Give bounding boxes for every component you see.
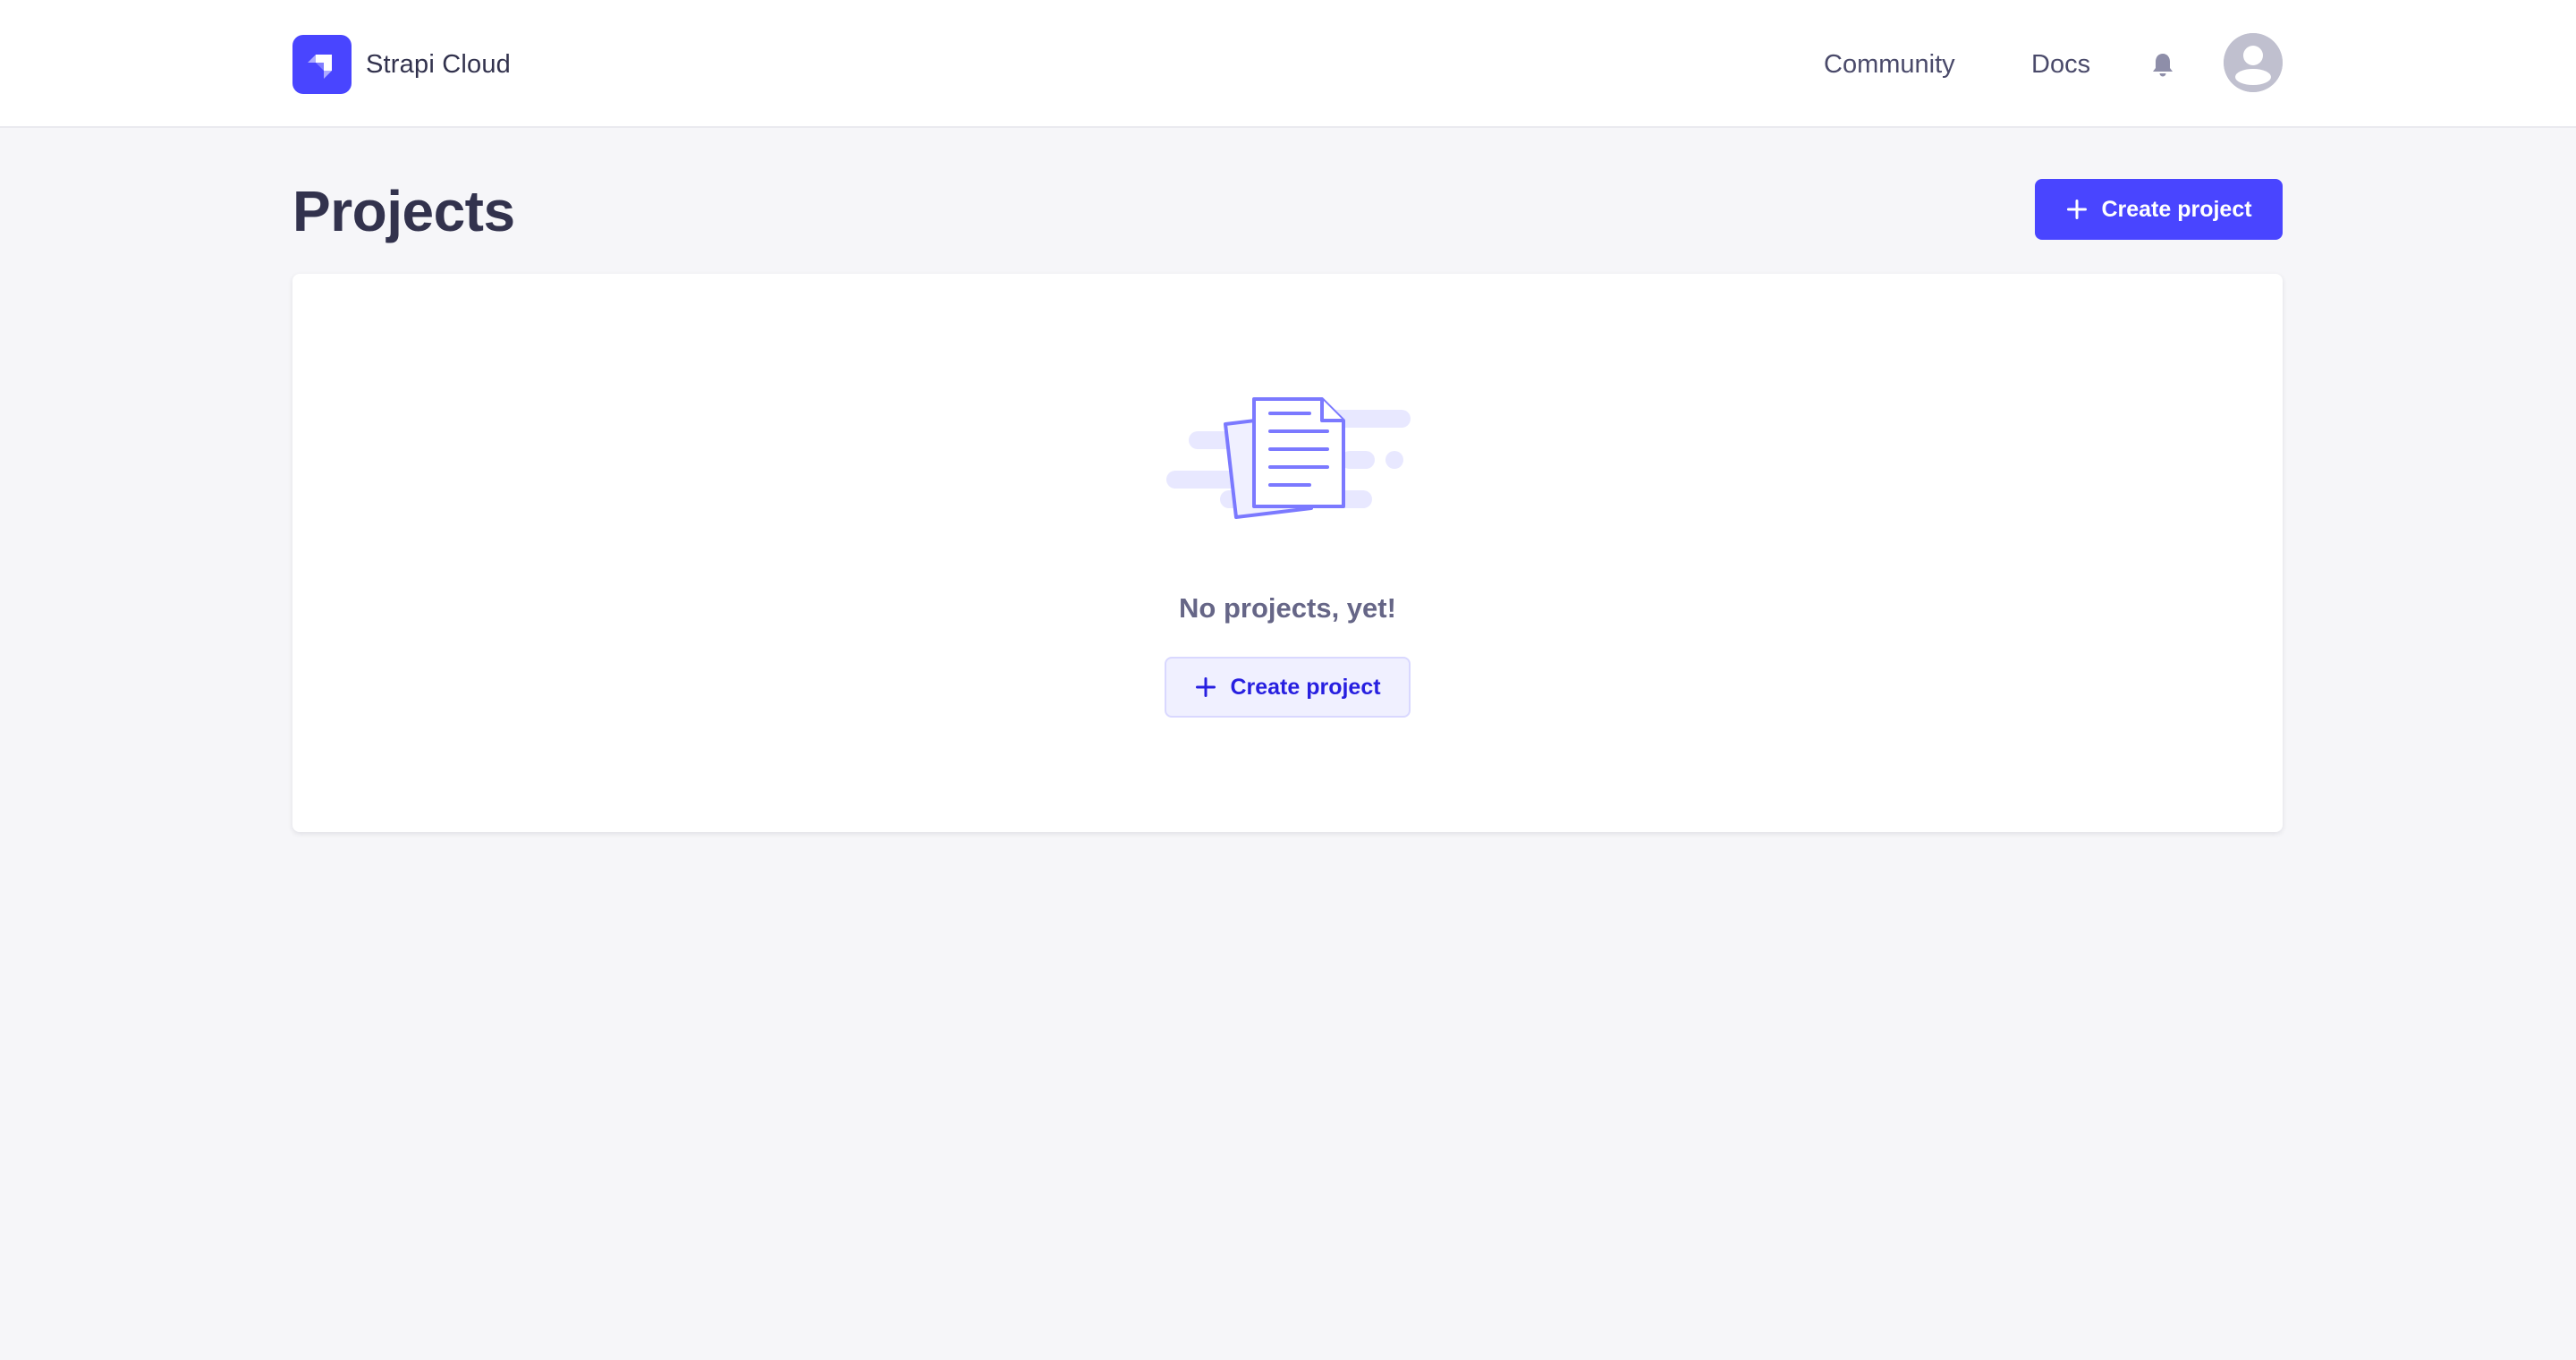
page-title: Projects bbox=[292, 179, 515, 243]
plus-icon bbox=[1194, 676, 1217, 699]
brand[interactable]: Strapi Cloud bbox=[292, 35, 511, 94]
nav-community: Community bbox=[1824, 35, 1955, 94]
strapi-logo-icon bbox=[292, 35, 352, 94]
plus-icon bbox=[2065, 198, 2089, 221]
top-navigation-bar: Strapi Cloud Community Docs bbox=[0, 0, 2576, 128]
empty-state-message: No projects, yet! bbox=[1179, 592, 1396, 624]
projects-empty-card: No projects, yet! Create project bbox=[292, 274, 2283, 832]
documents-illustration-icon bbox=[1166, 390, 1413, 544]
brand-name: Strapi Cloud bbox=[366, 49, 511, 79]
create-project-button[interactable]: Create project bbox=[2035, 179, 2283, 240]
nav-docs: Docs bbox=[2031, 35, 2090, 94]
docs-link[interactable]: Docs bbox=[2031, 50, 2090, 80]
community-link[interactable]: Community bbox=[1824, 50, 1955, 80]
bell-icon[interactable] bbox=[2148, 50, 2177, 79]
create-project-empty-button[interactable]: Create project bbox=[1165, 657, 1411, 718]
create-project-empty-label: Create project bbox=[1230, 674, 1381, 700]
user-avatar-icon[interactable] bbox=[2224, 33, 2283, 92]
create-project-label: Create project bbox=[2101, 196, 2252, 222]
